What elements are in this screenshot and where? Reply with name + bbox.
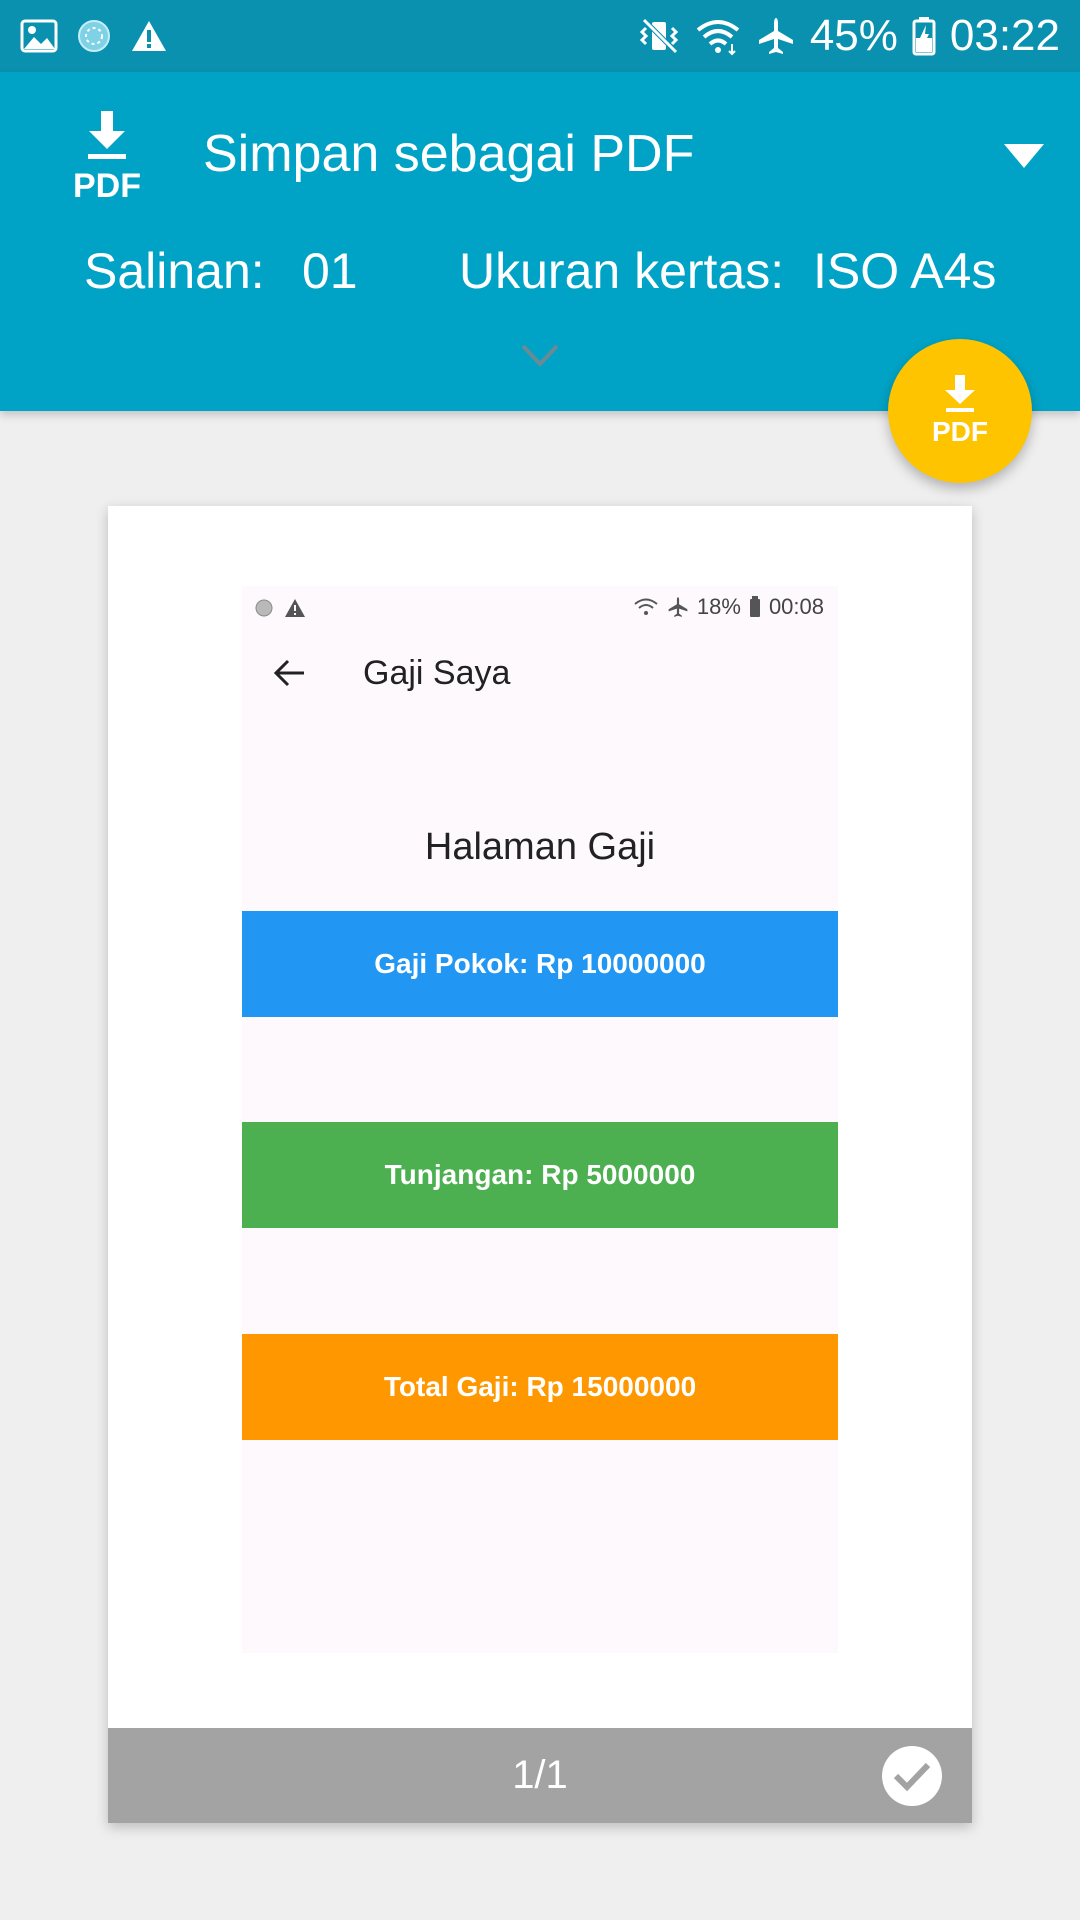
total-salary-text: Total Gaji: Rp 15000000 xyxy=(383,1371,697,1402)
fab-label: PDF xyxy=(932,416,988,447)
wifi-icon xyxy=(696,20,740,56)
battery-percent: 45% xyxy=(809,11,898,60)
status-bar: 45% 03:22 xyxy=(0,0,1080,72)
copies-value[interactable]: 01 xyxy=(302,242,358,300)
system-icons: 45% 03:22 xyxy=(638,11,1060,60)
expand-options-chevron-icon[interactable] xyxy=(520,342,560,370)
image-icon xyxy=(20,19,58,53)
printer-name[interactable]: Simpan sebagai PDF xyxy=(203,124,694,184)
sync-icon xyxy=(78,20,110,52)
page-count: 1/1 xyxy=(512,1753,568,1797)
preview-battery-percent: 18% xyxy=(696,594,741,619)
preview-clock: 00:08 xyxy=(768,594,824,619)
preview-wifi-icon xyxy=(634,598,658,615)
page-select-checkbox[interactable] xyxy=(882,1746,942,1806)
preview-page-heading: Halaman Gaji xyxy=(424,826,656,868)
check-icon xyxy=(893,1762,931,1792)
preview-notification-icons xyxy=(254,598,306,618)
total-salary-box: Total Gaji: Rp 15000000 xyxy=(242,1334,838,1440)
preview-status-bar: 18% 00:08 xyxy=(242,586,838,630)
allowance-box: Tunjangan: Rp 5000000 xyxy=(242,1122,838,1228)
preview-airplane-icon xyxy=(668,597,688,617)
download-pdf-icon: PDF xyxy=(932,375,988,447)
back-arrow-icon xyxy=(273,659,304,687)
pdf-icon-text: PDF xyxy=(73,167,141,205)
airplane-icon xyxy=(758,18,793,54)
copies-label: Salinan: xyxy=(84,243,265,299)
preview-app-title: Gaji Saya xyxy=(363,654,511,692)
download-pdf-button[interactable]: PDF xyxy=(888,339,1032,483)
page-footer: 1/1 xyxy=(108,1728,972,1823)
preview-dot-icon xyxy=(255,599,273,617)
preview-system-icons: 18% 00:08 xyxy=(633,594,824,620)
basic-salary-text: Gaji Pokok: Rp 10000000 xyxy=(374,948,706,979)
basic-salary-box: Gaji Pokok: Rp 10000000 xyxy=(242,911,838,1017)
pdf-download-icon[interactable]: PDF xyxy=(62,107,152,207)
clock: 03:22 xyxy=(949,11,1060,60)
preview-warning-icon xyxy=(285,599,305,617)
paper-size-label: Ukuran kertas: xyxy=(459,243,785,299)
paper-size-value[interactable]: ISO A4s xyxy=(813,242,996,300)
preview-battery-icon xyxy=(749,596,760,617)
allowance-text: Tunjangan: Rp 5000000 xyxy=(384,1159,696,1190)
warning-icon xyxy=(132,21,166,51)
notification-icons xyxy=(20,16,168,56)
preview-screenshot: 18% 00:08 Gaji Saya Halaman Gaji Gaji Po… xyxy=(242,586,838,1653)
battery-icon xyxy=(912,17,936,56)
vibrate-icon xyxy=(639,18,678,54)
printer-dropdown-icon[interactable] xyxy=(1004,144,1044,168)
page-preview[interactable]: 18% 00:08 Gaji Saya Halaman Gaji Gaji Po… xyxy=(108,506,972,1823)
